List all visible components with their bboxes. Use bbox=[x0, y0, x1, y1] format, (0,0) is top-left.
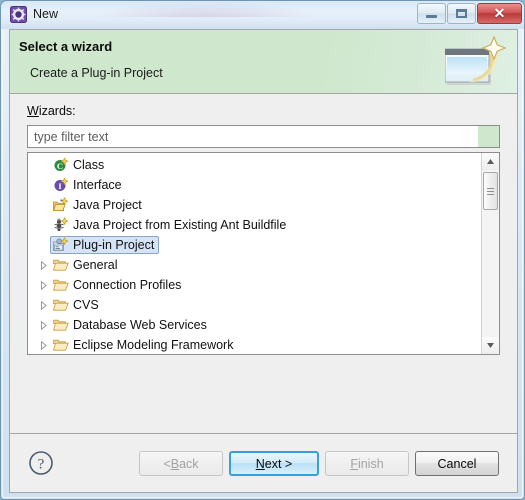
tree-item[interactable]: Plug-in Project bbox=[28, 235, 481, 255]
java-interface-icon: I bbox=[52, 177, 70, 193]
tree-vertical-scrollbar[interactable] bbox=[481, 153, 499, 354]
java-class-icon: C bbox=[52, 157, 70, 173]
scrollbar-thumb[interactable] bbox=[483, 172, 498, 210]
tree-item-content: Database Web Services bbox=[50, 316, 212, 334]
back-button-prefix: < bbox=[163, 456, 171, 471]
wizard-gear-icon bbox=[10, 6, 27, 23]
plugin-project-icon bbox=[52, 237, 70, 253]
folder-icon bbox=[52, 258, 70, 272]
cancel-button[interactable]: Cancel bbox=[415, 451, 499, 476]
next-button-rest: ext > bbox=[264, 456, 293, 471]
tree-item[interactable]: Database Web Services bbox=[28, 315, 481, 335]
svg-text:C: C bbox=[57, 161, 63, 171]
wizards-tree: C Class I Interface Java Project Java Project… bbox=[27, 152, 500, 355]
wizards-label-accel: W bbox=[27, 104, 39, 118]
folder-icon bbox=[52, 298, 70, 312]
close-icon: ✕ bbox=[493, 5, 506, 21]
page-title: Select a wizard bbox=[19, 39, 113, 54]
folder-icon bbox=[52, 318, 70, 332]
chevron-right-icon[interactable] bbox=[36, 260, 50, 270]
tree-item-content: Eclipse Modeling Framework bbox=[50, 336, 238, 354]
tree-item-label: CVS bbox=[73, 298, 99, 312]
tree-item-content: Connection Profiles bbox=[50, 276, 186, 294]
filter-textbox[interactable] bbox=[27, 125, 500, 148]
tree-item[interactable]: Java Project from Existing Ant Buildfile bbox=[28, 215, 481, 235]
new-wizard-dialog: New ✕ Select a wizard Create a Plug-in P… bbox=[0, 0, 525, 500]
finish-button-accel: F bbox=[350, 456, 358, 471]
tree-item[interactable]: General bbox=[28, 255, 481, 275]
tree-item-content: Java Project from Existing Ant Buildfile bbox=[50, 216, 291, 234]
tree-item-content: General bbox=[50, 256, 122, 274]
filter-clear-icon[interactable] bbox=[478, 126, 499, 147]
minimize-button[interactable] bbox=[417, 3, 446, 24]
tree-item-label: Plug-in Project bbox=[73, 238, 155, 252]
tree-item-label: Database Web Services bbox=[73, 318, 207, 332]
finish-button[interactable]: Finish bbox=[325, 451, 409, 476]
dialog-button-bar: ? < Back Next > Finish Cancel bbox=[10, 434, 517, 492]
tree-item-content: C Class bbox=[50, 156, 109, 174]
tree-item[interactable]: Eclipse Modeling Framework bbox=[28, 335, 481, 354]
tree-item-label: Eclipse Modeling Framework bbox=[73, 338, 234, 352]
window-title: New bbox=[33, 7, 59, 21]
wizard-header: Select a wizard Create a Plug-in Project bbox=[10, 30, 517, 94]
chevron-right-icon[interactable] bbox=[36, 340, 50, 350]
back-button-rest: ack bbox=[179, 456, 199, 471]
close-button[interactable]: ✕ bbox=[477, 3, 522, 24]
chevron-right-icon[interactable] bbox=[36, 300, 50, 310]
new-wizard-sparkle-icon bbox=[444, 32, 509, 92]
tree-item-content: Java Project bbox=[50, 196, 147, 214]
minimize-icon bbox=[418, 4, 445, 23]
tree-item-label: Java Project from Existing Ant Buildfile bbox=[73, 218, 287, 232]
scroll-down-icon[interactable] bbox=[482, 337, 499, 354]
page-subtitle: Create a Plug-in Project bbox=[30, 66, 163, 80]
finish-button-rest: inish bbox=[357, 456, 384, 471]
next-button[interactable]: Next > bbox=[229, 451, 319, 476]
tree-item[interactable]: Java Project bbox=[28, 195, 481, 215]
wizards-label: Wizards: bbox=[27, 104, 76, 118]
svg-text:?: ? bbox=[38, 457, 45, 473]
cancel-button-label: Cancel bbox=[437, 456, 477, 471]
dialog-client-area: Select a wizard Create a Plug-in Project bbox=[9, 29, 518, 493]
tree-item-label: Interface bbox=[73, 178, 122, 192]
tree-item[interactable]: Connection Profiles bbox=[28, 275, 481, 295]
java-project-icon bbox=[52, 197, 70, 213]
tree-item[interactable]: C Class bbox=[28, 155, 481, 175]
tree-item-content: Plug-in Project bbox=[50, 236, 160, 254]
wizards-tree-list[interactable]: C Class I Interface Java Project Java Project… bbox=[28, 153, 481, 354]
chevron-right-icon[interactable] bbox=[36, 280, 50, 290]
tree-item[interactable]: I Interface bbox=[28, 175, 481, 195]
chevron-right-icon[interactable] bbox=[36, 320, 50, 330]
title-bar[interactable]: New ✕ bbox=[1, 1, 524, 29]
next-button-accel: N bbox=[255, 456, 265, 471]
maximize-icon bbox=[448, 4, 475, 23]
tree-item-label: Connection Profiles bbox=[73, 278, 182, 292]
back-button[interactable]: < Back bbox=[139, 451, 223, 476]
folder-icon bbox=[52, 338, 70, 352]
title-bar-gloss bbox=[91, 1, 321, 17]
scroll-up-icon[interactable] bbox=[482, 153, 499, 170]
tree-item-content: CVS bbox=[50, 296, 104, 314]
tree-item-label: General bbox=[73, 258, 118, 272]
wizards-label-rest: izards: bbox=[38, 104, 76, 118]
maximize-button[interactable] bbox=[447, 3, 476, 24]
tree-item-label: Java Project bbox=[73, 198, 142, 212]
wizard-body-panel: Wizards: CClassIInterfaceJava ProjectJav… bbox=[10, 94, 517, 433]
tree-item[interactable]: CVS bbox=[28, 295, 481, 315]
window-controls: ✕ bbox=[416, 3, 522, 24]
search-input[interactable] bbox=[28, 126, 478, 147]
folder-icon bbox=[52, 278, 70, 292]
ant-buildfile-icon bbox=[52, 217, 70, 233]
tree-item-label: Class bbox=[73, 158, 105, 172]
tree-item-content: I Interface bbox=[50, 176, 127, 194]
back-button-accel: B bbox=[170, 456, 180, 471]
help-question-icon[interactable]: ? bbox=[28, 450, 54, 476]
